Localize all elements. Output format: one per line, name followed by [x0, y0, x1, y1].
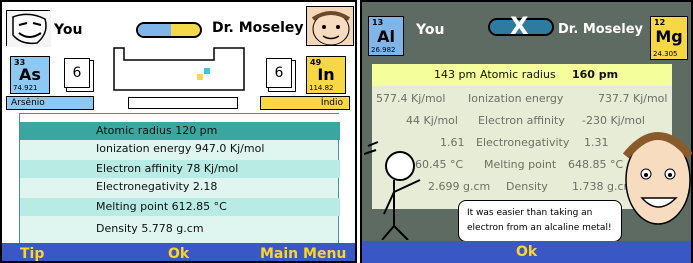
- troll-face-icon: [7, 11, 51, 47]
- stat-row-electron-affinity[interactable]: Electron affinity 78 Kj/mol: [20, 160, 340, 178]
- stat-label: Electronegativity: [476, 136, 570, 149]
- player-element-card[interactable]: 13 Al 26.982: [368, 16, 404, 56]
- opponent-value: 1.31: [584, 136, 609, 149]
- opponent-avatar: [306, 6, 354, 46]
- ok-button[interactable]: Ok: [516, 241, 537, 263]
- stat-label: Melting point: [484, 158, 557, 171]
- element-symbol: Mg: [655, 27, 683, 46]
- opponent-name: Dr. Moseley: [558, 22, 643, 37]
- stat-label: Atomic radius: [480, 68, 556, 81]
- opponent-value: 648.85 °C: [568, 158, 624, 171]
- compare-row-atomic-radius[interactable]: 143 pm Atomic radius 160 pm: [372, 64, 672, 86]
- opponent-name: Dr. Moseley: [212, 20, 304, 36]
- player-deck: 6: [64, 58, 90, 88]
- opponent-value: 737.7 Kj/mol: [598, 92, 668, 105]
- speech-text: It was easier than taking an electron fr…: [467, 208, 612, 233]
- tip-button[interactable]: Tip: [20, 243, 44, 261]
- stat-row-electronegativity[interactable]: Electronegativity 2.18: [20, 178, 340, 196]
- dr-moseley-face-icon: [622, 132, 692, 225]
- softkey-bar: Ok: [362, 241, 691, 263]
- left-game-screen: You Dr. Moseley 6 6 33 As 74.921 Arsênio…: [0, 0, 357, 263]
- atomic-mass: 26.982: [371, 46, 396, 54]
- stat-row-atomic-radius[interactable]: Atomic radius 120 pm: [20, 122, 340, 140]
- player-card-count: 6: [72, 65, 82, 81]
- player-element-card[interactable]: 33 As 74.921: [10, 56, 50, 94]
- stat-label: Ionization energy: [468, 92, 564, 105]
- versus-label: X: [510, 12, 529, 40]
- opponent-element-card[interactable]: 49 In 114.82: [306, 56, 346, 94]
- atomic-mass: 74.921: [13, 84, 38, 92]
- opponent-element-name: Índio: [260, 96, 350, 110]
- atomic-number: 12: [654, 18, 666, 27]
- player-name: You: [54, 22, 83, 38]
- periodic-table-outline: [113, 47, 245, 91]
- turn-indicator: [136, 22, 202, 38]
- element-symbol: In: [317, 65, 335, 84]
- player-name: You: [416, 22, 445, 38]
- player-avatar: [6, 10, 51, 47]
- softkey-bar: Tip Ok Main Menu: [2, 243, 355, 261]
- main-menu-button[interactable]: Main Menu: [260, 243, 346, 261]
- stat-label: Electron affinity: [478, 114, 565, 127]
- dr-moseley-face-icon: [311, 11, 351, 46]
- compare-row-ionization-energy[interactable]: 577.4 Kj/mol Ionization energy 737.7 Kj/…: [372, 88, 672, 110]
- atomic-mass: 114.82: [309, 84, 334, 92]
- opponent-deck: 6: [266, 58, 292, 88]
- opponent-element-card[interactable]: 12 Mg 24.305: [650, 16, 688, 60]
- stat-row-ionization-energy[interactable]: Ionization energy 947.0 Kj/mol: [20, 140, 340, 158]
- stick-figure-illustration: [364, 141, 421, 240]
- opponent-card-count: 6: [274, 65, 284, 81]
- element-symbol: As: [19, 65, 41, 84]
- stat-label: Density: [506, 180, 548, 193]
- stats-table: Atomic radius 120 pm Ionization energy 9…: [19, 113, 340, 245]
- speech-bubble: It was easier than taking an electron fr…: [458, 200, 622, 242]
- player-value: 44 Kj/mol: [406, 114, 458, 127]
- atomic-mass: 24.305: [653, 50, 678, 58]
- player-value: 143 pm: [434, 68, 477, 81]
- stat-row-density[interactable]: Density 5.778 g.cm: [20, 220, 340, 238]
- player-value: 577.4 Kj/mol: [376, 92, 446, 105]
- periodic-table-lower-row: [128, 97, 238, 109]
- opponent-value: 160 pm: [572, 68, 619, 81]
- atomic-number: 13: [372, 18, 384, 27]
- stat-row-melting-point[interactable]: Melting point 612.85 °C: [20, 198, 340, 216]
- player-element-name: Arsênio: [6, 96, 94, 110]
- element-symbol: Al: [377, 27, 395, 46]
- ok-button[interactable]: Ok: [168, 243, 189, 261]
